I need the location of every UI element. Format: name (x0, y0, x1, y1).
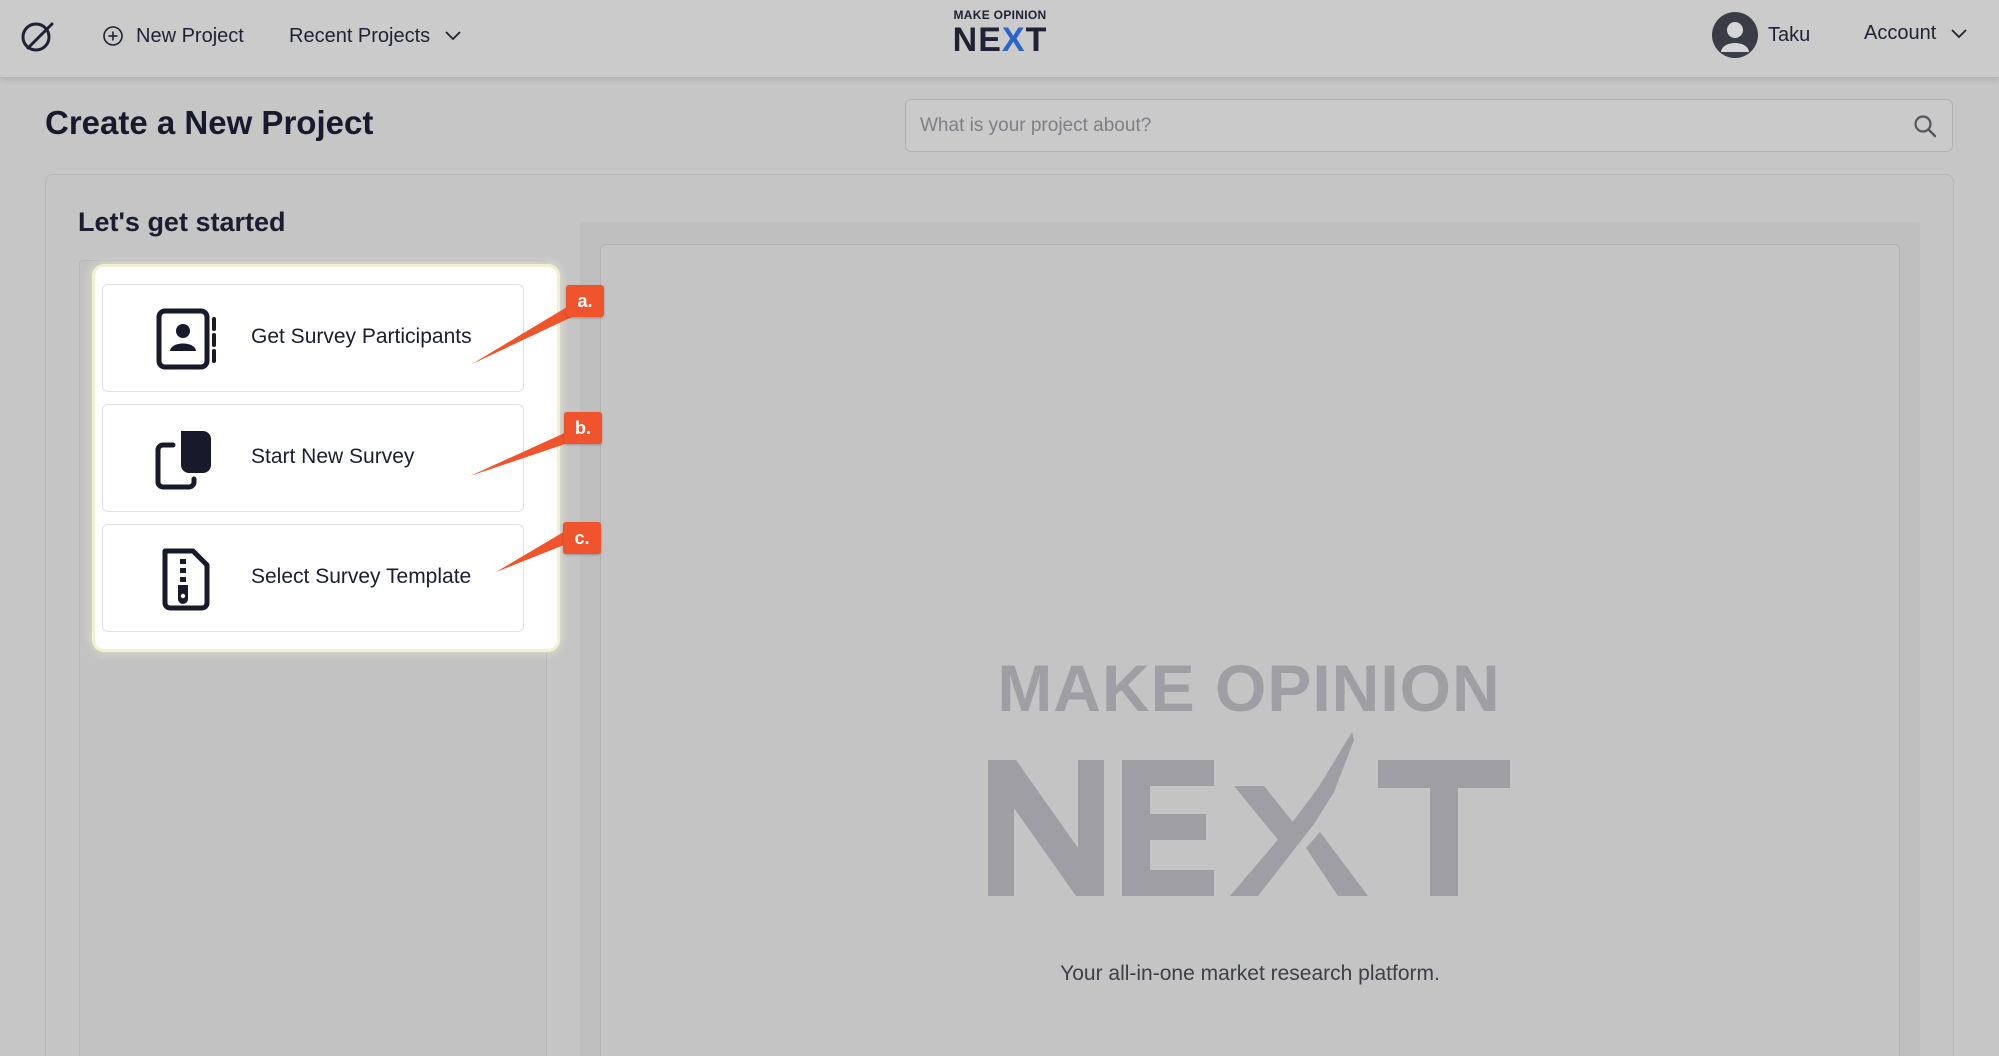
option-label: Select Survey Template (251, 565, 472, 588)
user-name: Taku (1768, 23, 1811, 46)
callout-tag-c: c. (563, 522, 601, 554)
search-input[interactable] (920, 100, 1880, 151)
user-silhouette-icon (1721, 22, 1749, 52)
preview-pane (600, 244, 1900, 1056)
chevron-down-icon (1951, 28, 1967, 38)
tagline: Your all-in-one market research platform… (1060, 962, 1440, 985)
page-title: Create a New Project (45, 104, 374, 141)
search-icon[interactable] (1912, 113, 1938, 139)
account-dropdown[interactable]: Account (1864, 22, 1968, 45)
select-survey-template-card[interactable]: Select Survey Template (102, 524, 524, 632)
avatar (1712, 12, 1758, 58)
account-label: Account (1864, 22, 1937, 44)
chevron-down-icon (445, 31, 461, 41)
watermark-logo: MAKE OPINION (988, 652, 1510, 902)
project-search[interactable] (905, 99, 1953, 152)
callout-tag-a: a. (566, 285, 604, 317)
top-navigation-bar: New Project Recent Projects MAKE OPINION… (0, 0, 1999, 78)
watermark-next-logo (988, 732, 1510, 896)
app-logo-icon[interactable] (18, 16, 58, 56)
brand-logo-big-text: NE X T (952, 21, 1048, 59)
option-label: Start New Survey (251, 445, 415, 468)
recent-projects-label: Recent Projects (289, 24, 431, 47)
brand-logo[interactable]: MAKE OPINION NE X T (940, 8, 1060, 58)
brand-logo-small-text: MAKE OPINION (953, 8, 1047, 22)
recent-projects-dropdown[interactable]: Recent Projects (289, 22, 462, 50)
copy-document-icon (155, 431, 211, 490)
plus-circle-icon (103, 26, 123, 46)
option-label: Get Survey Participants (251, 325, 472, 348)
contact-book-icon (156, 308, 216, 370)
panel-heading: Let's get started (78, 207, 286, 237)
callout-tag-b: b. (564, 412, 602, 444)
start-new-survey-card[interactable]: Start New Survey (102, 404, 524, 512)
watermark-line1: MAKE OPINION (997, 651, 1501, 725)
watermark-line2 (988, 732, 1510, 902)
user-profile[interactable]: Taku (1712, 12, 1810, 58)
zip-file-icon (162, 548, 210, 611)
get-survey-participants-card[interactable]: Get Survey Participants (102, 284, 524, 392)
new-project-label: New Project (136, 24, 244, 47)
new-project-nav[interactable]: New Project (102, 22, 244, 50)
